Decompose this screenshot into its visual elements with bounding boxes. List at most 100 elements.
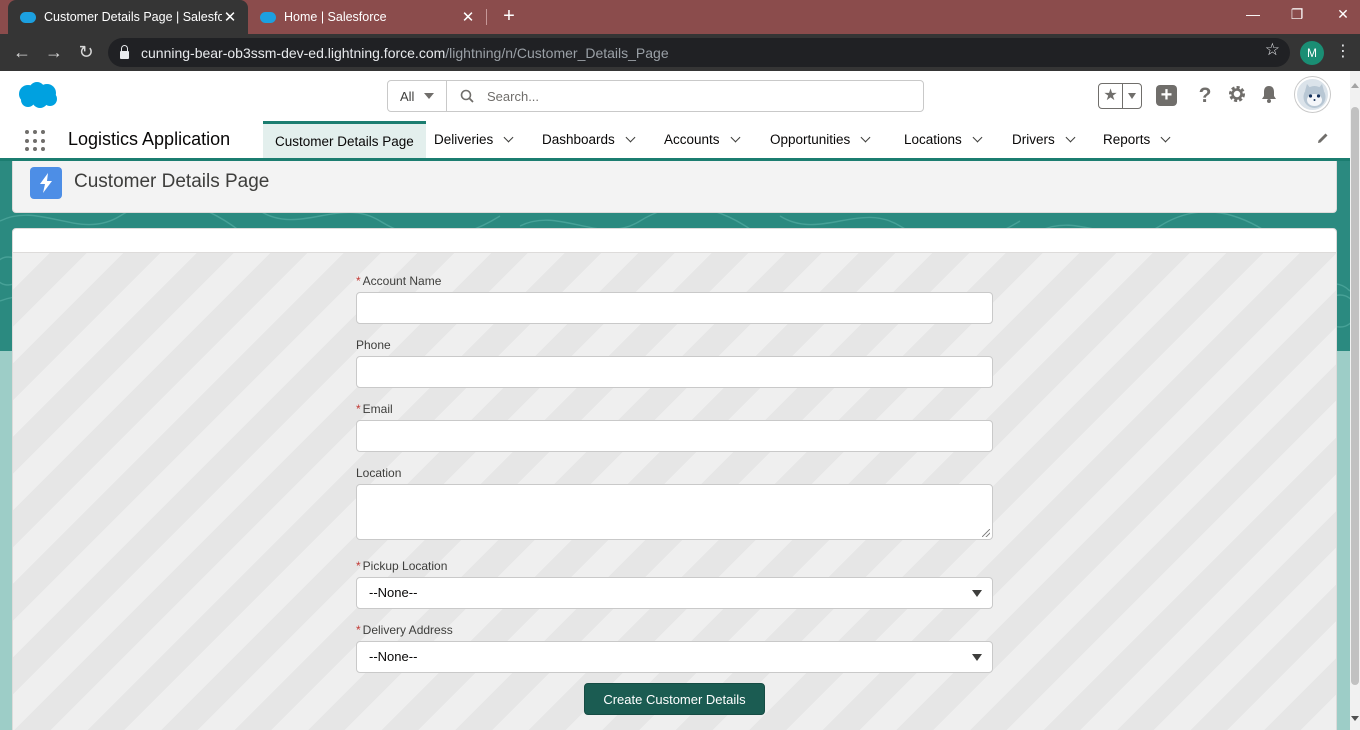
nav-tab-label: Accounts <box>664 132 720 147</box>
nav-tab-accounts[interactable]: Accounts <box>664 121 740 158</box>
pickup-location-select[interactable]: --None-- <box>356 577 993 609</box>
search-icon <box>447 81 487 111</box>
favorites-dropdown[interactable] <box>1123 84 1141 108</box>
favorites-button[interactable]: ★ <box>1098 83 1142 109</box>
nav-tab-locations[interactable]: Locations <box>904 121 983 158</box>
address-bar[interactable]: cunning-bear-ob3ssm-dev-ed.lightning.for… <box>108 38 1290 67</box>
location-textarea[interactable] <box>356 484 993 540</box>
location-field: Location <box>356 466 993 540</box>
browser-toolbar: ← → ↻ cunning-bear-ob3ssm-dev-ed.lightni… <box>0 34 1360 71</box>
url-host: cunning-bear-ob3ssm-dev-ed.lightning.for… <box>141 44 446 61</box>
global-search: All Search... <box>387 80 924 112</box>
phone-label: Phone <box>356 338 391 352</box>
pickup-location-value: --None-- <box>369 585 418 600</box>
search-scope-label: All <box>400 88 415 104</box>
close-tab-icon[interactable]: ✕ <box>222 8 238 26</box>
salesforce-favicon-icon <box>20 11 36 23</box>
nav-tab-drivers[interactable]: Drivers <box>1012 121 1076 158</box>
scroll-up-arrow-icon[interactable] <box>1351 83 1359 88</box>
tab-title: Customer Details Page | Salesforce <box>44 10 222 24</box>
scrollbar-thumb[interactable] <box>1351 107 1359 685</box>
nav-tab-customer-details-page[interactable]: Customer Details Page <box>263 121 426 158</box>
email-input[interactable] <box>356 420 993 452</box>
browser-tab-active[interactable]: Customer Details Page | Salesforce ✕ <box>8 0 248 34</box>
forward-arrow-icon[interactable]: → <box>42 41 66 65</box>
close-window-button[interactable]: ✕ <box>1320 0 1360 30</box>
back-arrow-icon[interactable]: ← <box>10 41 34 65</box>
url-path: /lightning/n/Customer_Details_Page <box>445 44 669 61</box>
nav-tab-dashboards[interactable]: Dashboards <box>542 121 636 158</box>
page-scrollbar[interactable] <box>1350 71 1360 730</box>
pickup-location-label: * Pickup Location <box>356 559 448 573</box>
caret-down-icon <box>1128 93 1136 99</box>
chevron-down-icon[interactable] <box>503 132 514 143</box>
page-title: Customer Details Page <box>74 171 270 192</box>
phone-field: Phone <box>356 338 993 388</box>
dropdown-triangle-icon <box>972 590 982 597</box>
bookmark-star-icon[interactable]: ☆ <box>1265 40 1280 60</box>
chevron-down-icon[interactable] <box>1065 132 1076 143</box>
tab-divider <box>486 9 487 25</box>
nav-tab-label: Opportunities <box>770 132 851 147</box>
chevron-down-icon[interactable] <box>1160 132 1171 143</box>
chevron-down-icon[interactable] <box>730 132 740 143</box>
browser-profile-avatar[interactable]: M <box>1300 41 1324 65</box>
restore-window-button[interactable]: ❐ <box>1274 0 1320 30</box>
required-marker: * <box>356 274 361 288</box>
create-customer-details-button[interactable]: Create Customer Details <box>584 683 765 715</box>
salesforce-favicon-icon <box>260 11 276 23</box>
nav-tab-reports[interactable]: Reports <box>1103 121 1171 158</box>
caret-down-icon <box>424 93 435 99</box>
nav-tab-deliveries[interactable]: Deliveries <box>434 121 514 158</box>
nav-tab-label: Customer Details Page <box>275 133 414 149</box>
card-header <box>12 228 1337 253</box>
help-question-icon[interactable]: ? <box>1193 84 1217 108</box>
reload-icon[interactable]: ↻ <box>74 41 98 65</box>
delivery-address-select[interactable]: --None-- <box>356 641 993 673</box>
required-marker: * <box>356 402 361 416</box>
new-tab-button[interactable]: + <box>498 5 520 29</box>
global-header: All Search... ★ + ? <box>0 71 1350 121</box>
setup-gear-icon[interactable] <box>1225 84 1249 108</box>
location-label: Location <box>356 466 402 480</box>
pickup-location-field: * Pickup Location --None-- <box>356 559 993 609</box>
tab-title: Home | Salesforce <box>284 10 387 24</box>
nav-tab-label: Reports <box>1103 132 1151 147</box>
search-input[interactable]: Search... <box>487 81 539 111</box>
search-scope-dropdown[interactable]: All <box>388 81 447 111</box>
lightning-bolt-icon <box>30 167 62 199</box>
required-marker: * <box>356 623 361 637</box>
chevron-down-icon[interactable] <box>625 132 636 143</box>
resize-handle-icon[interactable] <box>982 529 990 537</box>
chevron-down-icon[interactable] <box>972 132 983 143</box>
favorites-star-icon: ★ <box>1099 84 1123 108</box>
salesforce-cloud-logo-icon[interactable] <box>16 81 58 109</box>
browser-tab-home[interactable]: Home | Salesforce ✕ <box>250 0 486 34</box>
user-avatar[interactable] <box>1295 77 1330 112</box>
chevron-down-icon[interactable] <box>860 132 871 143</box>
delivery-address-label: * Delivery Address <box>356 623 453 637</box>
notification-bell-icon[interactable] <box>1257 84 1281 108</box>
account-name-label: * Account Name <box>356 274 442 288</box>
page-header: Customer Details Page <box>12 161 1337 213</box>
email-label: * Email <box>356 402 393 416</box>
nav-tab-opportunities[interactable]: Opportunities <box>770 121 871 158</box>
app-name: Logistics Application <box>68 129 231 149</box>
delivery-address-value: --None-- <box>369 649 418 664</box>
minimize-window-button[interactable]: — <box>1230 0 1276 30</box>
edit-nav-pencil-icon[interactable] <box>1316 131 1332 147</box>
phone-input[interactable] <box>356 356 993 388</box>
lock-icon <box>120 44 129 59</box>
browser-menu-icon[interactable]: ⋮ <box>1335 42 1351 62</box>
account-name-field: * Account Name <box>356 274 993 324</box>
nav-tab-label: Drivers <box>1012 132 1055 147</box>
app-navigation-bar: Logistics Application Customer Details P… <box>0 121 1350 161</box>
email-field: * Email <box>356 402 993 452</box>
close-tab-icon[interactable]: ✕ <box>460 8 476 26</box>
account-name-input[interactable] <box>356 292 993 324</box>
required-marker: * <box>356 559 361 573</box>
app-launcher-waffle-icon[interactable] <box>25 130 47 152</box>
delivery-address-field: * Delivery Address --None-- <box>356 623 993 673</box>
global-actions-plus-icon[interactable]: + <box>1156 85 1177 106</box>
scroll-down-arrow-icon[interactable] <box>1351 716 1359 721</box>
